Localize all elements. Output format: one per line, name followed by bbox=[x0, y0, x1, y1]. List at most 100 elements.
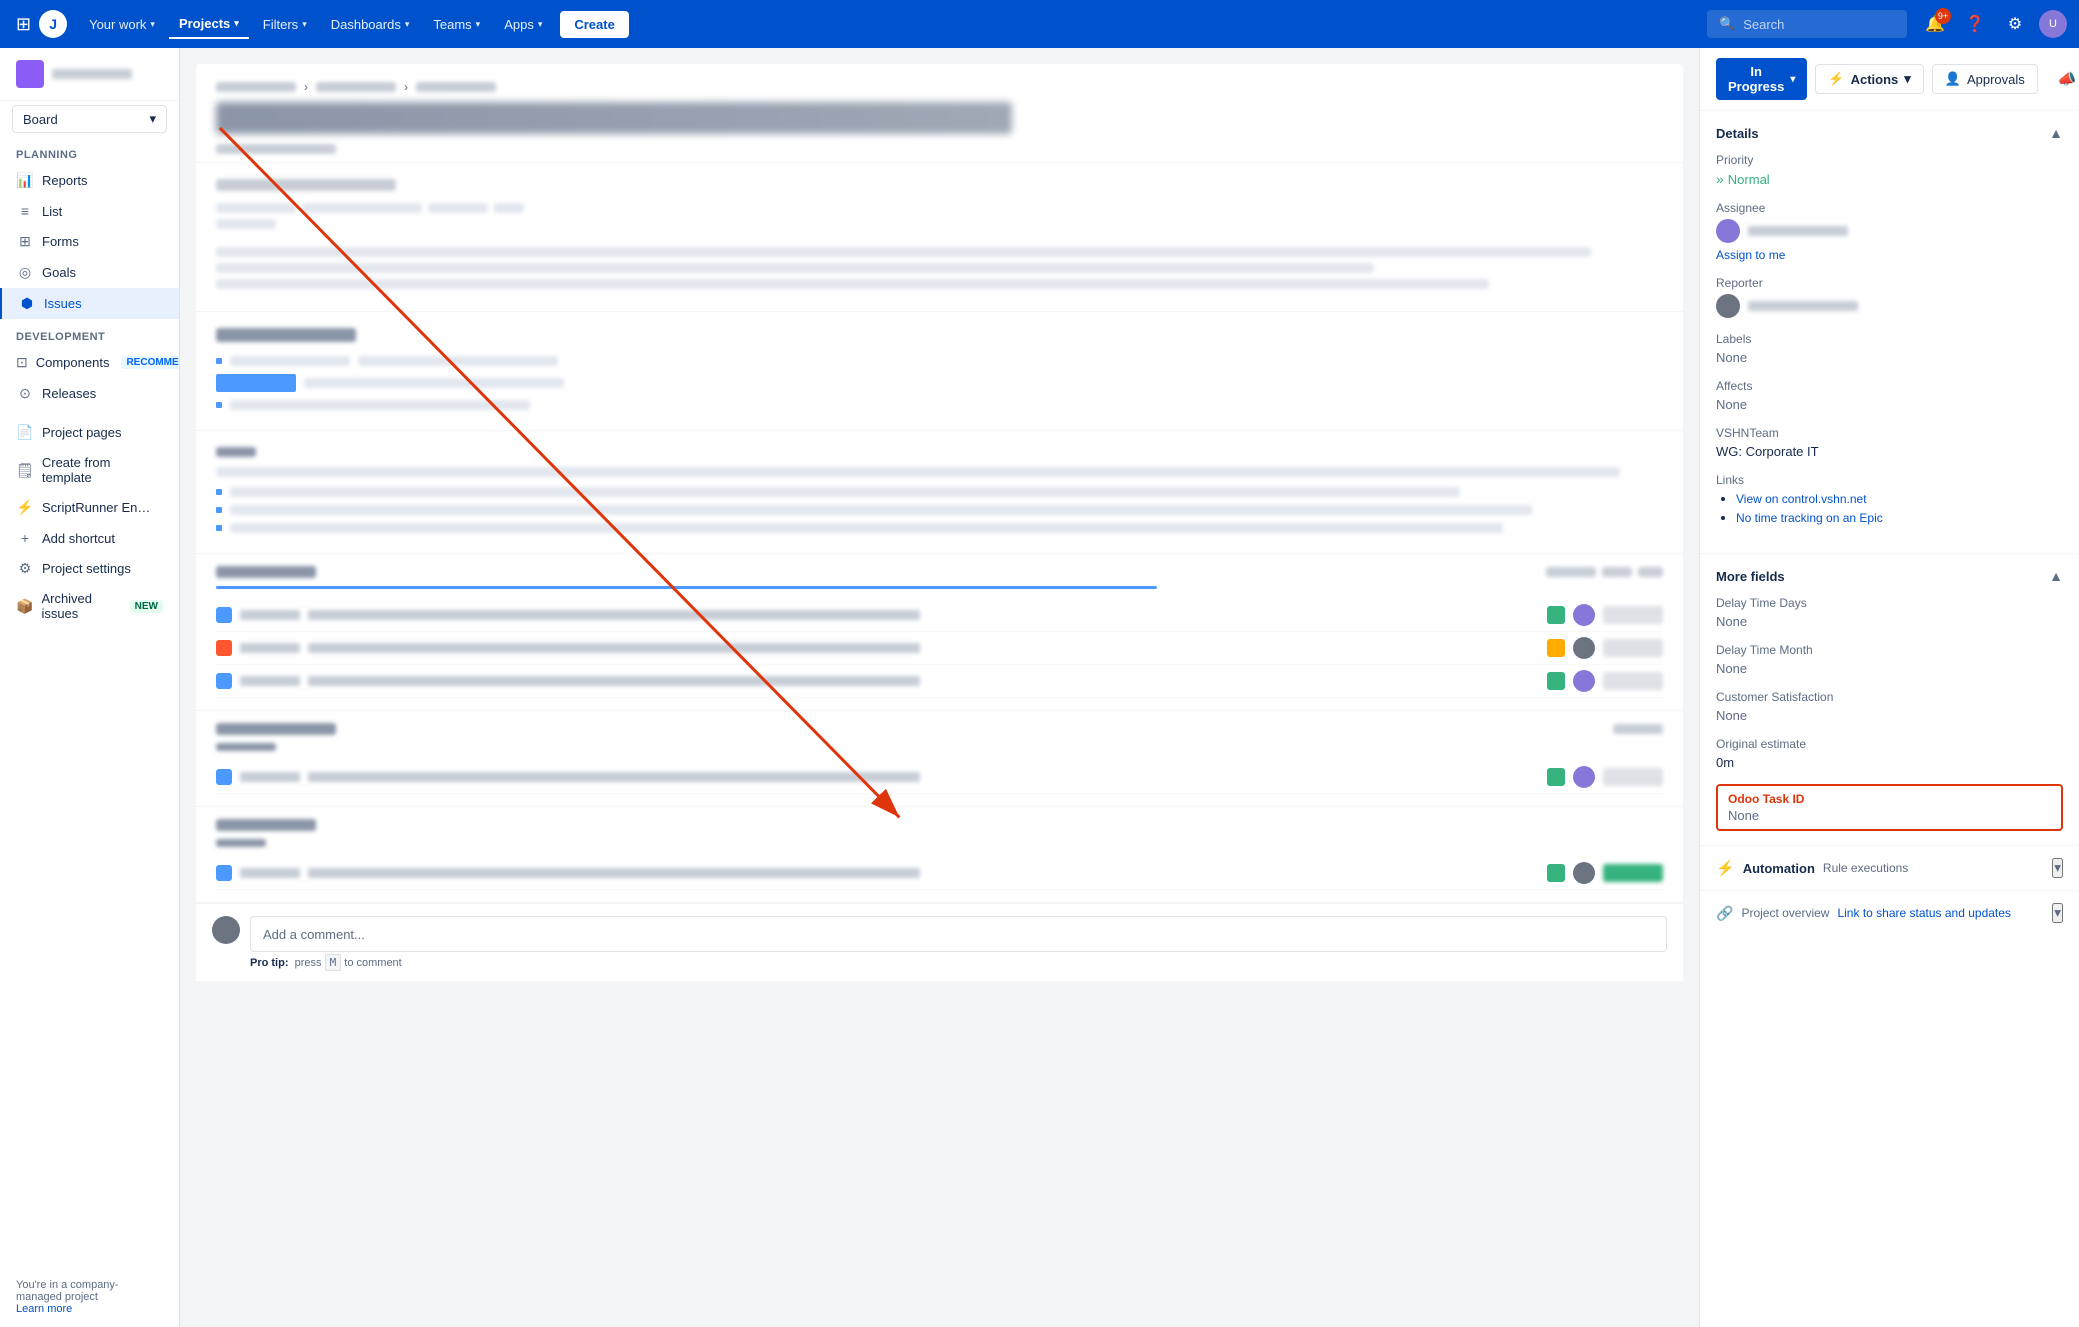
nav-teams[interactable]: Teams ▾ bbox=[423, 11, 490, 38]
chevron-down-icon: ▾ bbox=[476, 19, 481, 30]
main-content: › › bbox=[180, 48, 1699, 1327]
details-collapse-button[interactable]: ▲ bbox=[2049, 125, 2063, 141]
comment-input[interactable]: Add a comment... bbox=[250, 916, 1667, 952]
sprint-2-section bbox=[196, 711, 1683, 807]
nav-your-work[interactable]: Your work ▾ bbox=[79, 11, 165, 38]
issue-title bbox=[216, 102, 1012, 134]
issue-header: › › bbox=[196, 64, 1683, 163]
chevron-down-icon: ▾ bbox=[149, 111, 156, 127]
recommended-badge: RECOMMENDED bbox=[121, 356, 180, 369]
table-row bbox=[216, 665, 1663, 698]
sidebar-item-reports[interactable]: 📊 Reports bbox=[0, 165, 179, 196]
notification-badge: 9+ bbox=[1935, 8, 1951, 24]
affects-field: Affects None bbox=[1716, 379, 2063, 412]
link-item[interactable]: No time tracking on an Epic bbox=[1736, 511, 1883, 525]
sidebar-item-add-shortcut[interactable]: + Add shortcut bbox=[0, 523, 179, 553]
nav-apps[interactable]: Apps ▾ bbox=[494, 11, 552, 38]
assign-me-link[interactable]: Assign to me bbox=[1716, 248, 1785, 262]
settings-icon: ⚙ bbox=[16, 560, 34, 577]
subtasks-section bbox=[196, 312, 1683, 431]
reporter-name bbox=[1748, 301, 1858, 311]
goals-icon: ◎ bbox=[16, 264, 34, 281]
sidebar-project[interactable] bbox=[0, 48, 179, 101]
search-icon: 🔍 bbox=[1719, 16, 1735, 32]
issues-icon: ⬢ bbox=[18, 295, 36, 312]
more-fields-collapse-button[interactable]: ▲ bbox=[2049, 568, 2063, 584]
status-button[interactable]: In Progress ▾ bbox=[1716, 58, 1807, 100]
sprint-3-section bbox=[196, 807, 1683, 903]
nav-filters[interactable]: Filters ▾ bbox=[253, 11, 317, 38]
planning-section-title: PLANNING bbox=[0, 137, 179, 165]
settings-button[interactable]: ⚙ bbox=[1999, 8, 2031, 40]
help-button[interactable]: ❓ bbox=[1959, 8, 1991, 40]
approvals-button[interactable]: 👤 Approvals bbox=[1932, 64, 2038, 94]
learn-more-link[interactable]: Learn more bbox=[16, 1303, 72, 1315]
more-fields-title: More fields bbox=[1716, 569, 1785, 584]
search-box[interactable]: 🔍 bbox=[1707, 10, 1907, 38]
details-section: Details ▲ Priority » Normal Assignee Ass… bbox=[1700, 111, 2079, 554]
link-item[interactable]: View on control.vshn.net bbox=[1736, 492, 1867, 506]
chevron-down-icon: ▾ bbox=[234, 18, 239, 29]
assignee-name bbox=[1748, 226, 1848, 236]
announce-button[interactable]: 📣 bbox=[2054, 66, 2079, 92]
priority-field: Priority » Normal bbox=[1716, 153, 2063, 187]
details-title: Details bbox=[1716, 126, 1759, 141]
chevron-down-icon: ▾ bbox=[150, 19, 155, 30]
odoo-task-id-field[interactable]: Odoo Task ID None bbox=[1716, 784, 2063, 831]
create-button[interactable]: Create bbox=[560, 11, 628, 38]
sidebar-item-create-template[interactable]: 🗒 Create from template bbox=[0, 448, 179, 492]
automation-expand-button[interactable]: ▾ bbox=[2052, 858, 2063, 878]
comment-user-avatar bbox=[212, 916, 240, 944]
sidebar-item-archived[interactable]: 📦 Archived issues NEW bbox=[0, 584, 179, 628]
sidebar-footer: You're in a company-managed project Lear… bbox=[0, 1267, 179, 1327]
releases-icon: ⊙ bbox=[16, 385, 34, 402]
search-input[interactable] bbox=[1743, 17, 1895, 32]
delay-time-month-field: Delay Time Month None bbox=[1716, 643, 2063, 676]
sidebar-item-components[interactable]: ⊡ Components RECOMMENDED bbox=[0, 347, 179, 378]
reports-icon: 📊 bbox=[16, 172, 34, 189]
issue-content-area: › › bbox=[196, 64, 1683, 981]
template-icon: 🗒 bbox=[16, 462, 34, 479]
board-selector[interactable]: Board ▾ bbox=[12, 105, 167, 133]
development-section-title: DEVELOPMENT bbox=[0, 319, 179, 347]
chevron-down-icon: ▾ bbox=[302, 19, 307, 30]
sidebar-item-forms[interactable]: ⊞ Forms bbox=[0, 226, 179, 257]
grid-icon[interactable]: ⊞ bbox=[12, 10, 35, 39]
list-item bbox=[216, 352, 1663, 370]
chevron-down-icon: ▾ bbox=[1790, 74, 1795, 85]
table-row bbox=[216, 632, 1663, 665]
project-overview-expand-button[interactable]: ▾ bbox=[2052, 903, 2063, 923]
comment-protip: Pro tip: press M to comment bbox=[212, 952, 1667, 969]
rp-toolbar: In Progress ▾ ⚡ Actions ▾ 👤 Approvals 📣 … bbox=[1700, 48, 2079, 111]
main-layout: Board ▾ PLANNING 📊 Reports ≡ List ⊞ Form… bbox=[0, 0, 2079, 1327]
sidebar-item-releases[interactable]: ⊙ Releases bbox=[0, 378, 179, 409]
list-item bbox=[216, 370, 1663, 396]
notifications-button[interactable]: 🔔 9+ bbox=[1919, 8, 1951, 40]
list-item bbox=[216, 396, 1663, 414]
nav-projects[interactable]: Projects ▾ bbox=[169, 10, 249, 39]
chevron-down-icon: ▾ bbox=[538, 19, 543, 30]
list-icon: ≡ bbox=[16, 203, 34, 219]
app-logo[interactable]: J bbox=[39, 10, 67, 38]
project-overview-icon: 🔗 bbox=[1716, 905, 1733, 922]
sidebar-item-project-pages[interactable]: 📄 Project pages bbox=[0, 417, 179, 448]
nav-dashboards[interactable]: Dashboards ▾ bbox=[321, 11, 420, 38]
assignee-avatar bbox=[1716, 219, 1740, 243]
forms-icon: ⊞ bbox=[16, 233, 34, 250]
sidebar-item-project-settings[interactable]: ⚙ Project settings bbox=[0, 553, 179, 584]
user-avatar[interactable]: U bbox=[2039, 10, 2067, 38]
customer-satisfaction-field: Customer Satisfaction None bbox=[1716, 690, 2063, 723]
approvals-icon: 👤 bbox=[1945, 71, 1961, 87]
project-name bbox=[52, 69, 132, 79]
reporter-avatar bbox=[1716, 294, 1740, 318]
sidebar-item-list[interactable]: ≡ List bbox=[0, 196, 179, 226]
chevron-down-icon: ▾ bbox=[405, 19, 410, 30]
sidebar-item-issues[interactable]: ⬢ Issues bbox=[0, 288, 179, 319]
sidebar-item-scriptrunner[interactable]: ⚡ ScriptRunner Enhanced Se... bbox=[0, 492, 179, 523]
actions-button[interactable]: ⚡ Actions ▾ bbox=[1815, 64, 1923, 94]
new-badge: NEW bbox=[130, 600, 163, 613]
components-icon: ⊡ bbox=[16, 354, 28, 371]
breadcrumb: › › bbox=[216, 80, 1663, 94]
sidebar-item-goals[interactable]: ◎ Goals bbox=[0, 257, 179, 288]
project-overview-section: 🔗 Project overview Link to share status … bbox=[1700, 891, 2079, 935]
